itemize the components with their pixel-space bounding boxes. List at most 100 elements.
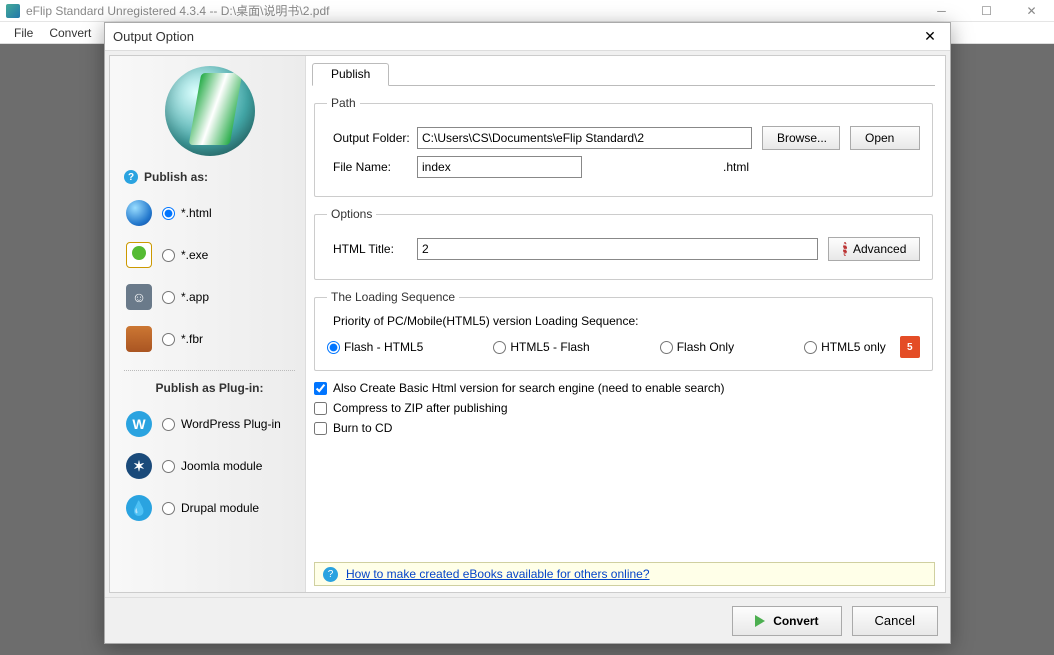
check-also-create[interactable]: Also Create Basic Html version for searc… (314, 381, 933, 395)
fbr-icon (126, 326, 152, 352)
plugin-drupal-label: Drupal module (181, 501, 259, 515)
dialog-footer: Convert Cancel (105, 597, 950, 643)
loading-opt-flash-only[interactable]: Flash Only (660, 340, 734, 354)
minimize-button[interactable]: ─ (919, 0, 964, 22)
title-bar: eFlip Standard Unregistered 4.3.4 -- D:\… (0, 0, 1054, 22)
loading-opt-html5-only[interactable]: HTML5 only (804, 340, 886, 354)
plugin-wordpress-label: WordPress Plug-in (181, 417, 281, 431)
plugin-joomla-radio[interactable] (162, 460, 175, 473)
help-icon[interactable]: ? (124, 170, 138, 184)
loading-label-0: Flash - HTML5 (344, 340, 423, 354)
file-name-input[interactable] (417, 156, 582, 178)
browse-button[interactable]: Browse... (762, 126, 840, 150)
check-burn[interactable]: Burn to CD (314, 421, 933, 435)
loading-radio-0[interactable] (327, 341, 340, 354)
loading-legend: The Loading Sequence (327, 290, 459, 304)
loading-opt-flash-html5[interactable]: Flash - HTML5 (327, 340, 423, 354)
product-logo (165, 66, 255, 156)
joomla-icon: ✶ (126, 453, 152, 479)
check-also-create-label: Also Create Basic Html version for searc… (333, 381, 725, 395)
main-panel: Publish Path Output Folder: Browse... Op… (306, 56, 945, 592)
path-legend: Path (327, 96, 360, 110)
publish-app[interactable]: *.app (124, 276, 295, 318)
publish-as-label: Publish as: (144, 170, 208, 184)
publish-fbr[interactable]: *.fbr (124, 318, 295, 360)
dialog-close-button[interactable]: ✕ (918, 25, 942, 49)
loading-label-1: HTML5 - Flash (510, 340, 589, 354)
loading-radio-1[interactable] (493, 341, 506, 354)
check-burn-box[interactable] (314, 422, 327, 435)
loading-radio-3[interactable] (804, 341, 817, 354)
convert-button[interactable]: Convert (732, 606, 841, 636)
plugin-wordpress[interactable]: W WordPress Plug-in (124, 403, 295, 445)
publish-html[interactable]: *.html (124, 192, 295, 234)
convert-label: Convert (773, 614, 818, 628)
publish-exe-label: *.exe (181, 248, 208, 262)
plugin-drupal-radio[interactable] (162, 502, 175, 515)
plugin-heading: Publish as Plug-in: (124, 381, 295, 395)
sidebar: ? Publish as: *.html *.exe *.app (110, 56, 306, 592)
html5-icon: 5 (900, 336, 920, 358)
publish-html-label: *.html (181, 206, 212, 220)
plugin-heading-label: Publish as Plug-in: (155, 381, 263, 395)
plugin-joomla-label: Joomla module (181, 459, 262, 473)
publish-exe-radio[interactable] (162, 249, 175, 262)
tab-strip: Publish (312, 62, 935, 86)
loading-sequence-group: The Loading Sequence Priority of PC/Mobi… (314, 290, 933, 371)
advanced-label: Advanced (853, 242, 906, 256)
loading-heading: Priority of PC/Mobile(HTML5) version Loa… (327, 314, 920, 328)
publish-as-heading: ? Publish as: (124, 170, 295, 184)
sidebar-divider (124, 370, 295, 371)
html-title-label: HTML Title: (327, 242, 417, 256)
tab-publish[interactable]: Publish (312, 63, 389, 86)
check-compress[interactable]: Compress to ZIP after publishing (314, 401, 933, 415)
publish-exe[interactable]: *.exe (124, 234, 295, 276)
options-legend: Options (327, 207, 376, 221)
cancel-button[interactable]: Cancel (852, 606, 938, 636)
app-icon-mac (126, 284, 152, 310)
html-title-input[interactable] (417, 238, 818, 260)
check-burn-label: Burn to CD (333, 421, 392, 435)
publish-app-radio[interactable] (162, 291, 175, 304)
publish-html-radio[interactable] (162, 207, 175, 220)
app-icon (6, 4, 20, 18)
advanced-button[interactable]: Advanced (828, 237, 920, 261)
path-group: Path Output Folder: Browse... Open File … (314, 96, 933, 197)
check-also-create-box[interactable] (314, 382, 327, 395)
publish-app-label: *.app (181, 290, 209, 304)
publish-fbr-radio[interactable] (162, 333, 175, 346)
dialog-title: Output Option (113, 29, 918, 44)
check-compress-box[interactable] (314, 402, 327, 415)
menu-file[interactable]: File (6, 24, 41, 42)
loading-radio-2[interactable] (660, 341, 673, 354)
gear-icon (843, 242, 847, 256)
exe-icon (126, 242, 152, 268)
window-close-button[interactable]: ✕ (1009, 0, 1054, 22)
plugin-drupal[interactable]: 💧 Drupal module (124, 487, 295, 529)
dialog-title-bar: Output Option ✕ (105, 23, 950, 51)
open-button[interactable]: Open (850, 126, 920, 150)
loading-label-2: Flash Only (677, 340, 734, 354)
drupal-icon: 💧 (126, 495, 152, 521)
file-ext-label: .html (712, 160, 760, 174)
window-title: eFlip Standard Unregistered 4.3.4 -- D:\… (26, 2, 919, 19)
output-folder-input[interactable] (417, 127, 752, 149)
output-option-dialog: Output Option ✕ ? Publish as: *.html *.e… (104, 22, 951, 644)
help-bar: ? How to make created eBooks available f… (314, 562, 935, 586)
globe-icon (126, 200, 152, 226)
menu-convert[interactable]: Convert (41, 24, 99, 42)
output-folder-label: Output Folder: (327, 131, 417, 145)
play-icon (755, 615, 765, 627)
options-group: Options HTML Title: Advanced (314, 207, 933, 280)
wordpress-icon: W (126, 411, 152, 437)
publish-fbr-label: *.fbr (181, 332, 203, 346)
file-name-label: File Name: (327, 160, 417, 174)
check-compress-label: Compress to ZIP after publishing (333, 401, 508, 415)
maximize-button[interactable]: ☐ (964, 0, 1009, 22)
plugin-wordpress-radio[interactable] (162, 418, 175, 431)
loading-opt-html5-flash[interactable]: HTML5 - Flash (493, 340, 589, 354)
plugin-joomla[interactable]: ✶ Joomla module (124, 445, 295, 487)
help-icon: ? (323, 567, 338, 582)
loading-label-3: HTML5 only (821, 340, 886, 354)
help-link[interactable]: How to make created eBooks available for… (346, 567, 650, 581)
